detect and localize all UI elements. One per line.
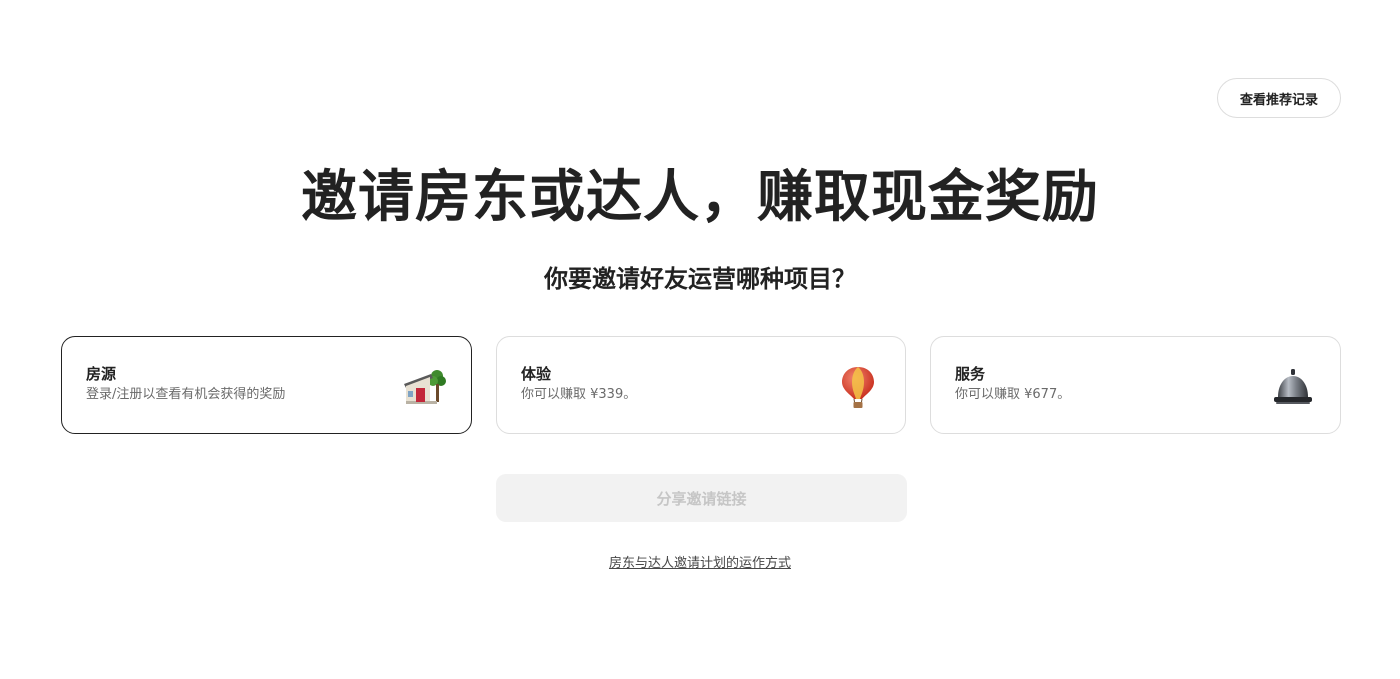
card-description: 你可以赚取 ¥339。	[521, 387, 637, 402]
how-it-works-container: 房东与达人邀请计划的运作方式	[0, 553, 1400, 575]
hot-air-balloon-icon	[842, 367, 874, 408]
option-card-services[interactable]: 服务 你可以赚取 ¥677。	[930, 336, 1341, 434]
card-description: 你可以赚取 ¥677。	[955, 387, 1071, 402]
option-card-homes[interactable]: 房源 登录/注册以查看有机会获得的奖励	[61, 336, 472, 434]
option-card-experiences[interactable]: 体验 你可以赚取 ¥339。	[496, 336, 906, 434]
page: 查看推荐记录 邀请房东或达人，赚取现金奖励 你要邀请好友运营哪种项目？ 房源 登…	[0, 0, 1400, 679]
project-type-question: 你要邀请好友运营哪种项目？	[544, 265, 856, 293]
house-icon	[404, 370, 446, 404]
view-referral-history-button[interactable]: 查看推荐记录	[1217, 78, 1341, 118]
card-text: 服务 你可以赚取 ¥677。	[955, 364, 1070, 404]
card-title: 体验	[521, 365, 552, 383]
card-text: 房源 登录/注册以查看有机会获得的奖励	[86, 364, 285, 404]
card-text: 体验 你可以赚取 ¥339。	[521, 364, 636, 404]
share-invite-link-button[interactable]: 分享邀请链接	[496, 474, 907, 522]
card-description: 登录/注册以查看有机会获得的奖励	[86, 387, 286, 402]
how-it-works-link[interactable]: 房东与达人邀请计划的运作方式	[609, 556, 791, 571]
service-bell-icon	[1274, 369, 1312, 404]
card-title: 房源	[86, 365, 117, 383]
page-title: 邀请房东或达人，赚取现金奖励	[301, 165, 1099, 230]
card-title: 服务	[955, 365, 986, 383]
